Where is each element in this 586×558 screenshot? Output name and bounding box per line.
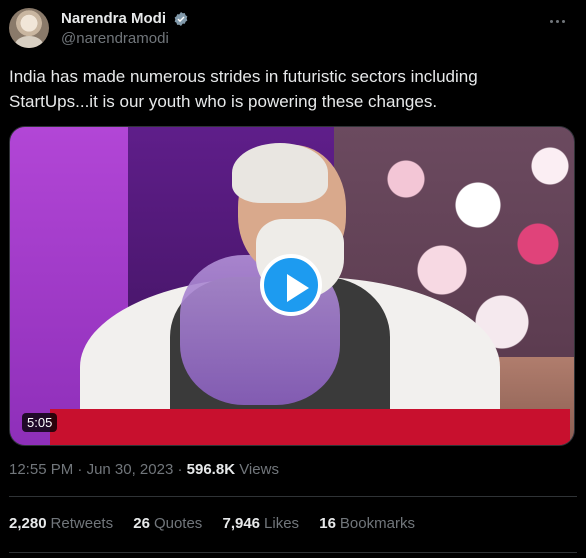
meta-separator: · xyxy=(73,461,87,478)
tweet-time[interactable]: 12:55 PM xyxy=(9,461,73,478)
tweet-date[interactable]: Jun 30, 2023 xyxy=(87,461,174,478)
quotes-count: 26 xyxy=(133,515,150,532)
likes-stat[interactable]: 7,946 Likes xyxy=(222,515,299,532)
bookmarks-count: 16 xyxy=(319,515,336,532)
author-name-row: Narendra Modi xyxy=(61,10,189,28)
more-options-icon[interactable] xyxy=(546,14,570,30)
meta-separator: · xyxy=(173,461,187,478)
views-label: Views xyxy=(239,461,279,478)
avatar[interactable] xyxy=(9,8,49,48)
author-handle[interactable]: @narendramodi xyxy=(61,30,169,47)
views-count: 596.8K xyxy=(186,461,236,478)
divider xyxy=(9,496,577,497)
tweet-text: India has made numerous strides in futur… xyxy=(9,67,478,111)
bookmarks-stat[interactable]: 16 Bookmarks xyxy=(319,515,415,532)
quotes-stat[interactable]: 26 Quotes xyxy=(133,515,202,532)
verified-badge-icon xyxy=(175,11,188,26)
tweet-meta: 12:55 PM · Jun 30, 2023 · 596.8K Views xyxy=(9,461,279,478)
video-duration: 5:05 xyxy=(22,413,58,432)
quotes-label: Quotes xyxy=(153,515,203,532)
author-name[interactable]: Narendra Modi xyxy=(61,10,166,27)
bookmarks-label: Bookmarks xyxy=(339,515,415,532)
tweet-header: Narendra Modi @narendramodi xyxy=(9,8,574,52)
play-button[interactable] xyxy=(260,254,322,316)
retweets-count: 2,280 xyxy=(9,515,47,532)
likes-count: 7,946 xyxy=(222,515,261,532)
play-icon xyxy=(287,274,309,302)
divider xyxy=(9,552,577,553)
speaker-hair xyxy=(232,143,328,203)
retweets-stat[interactable]: 2,280 Retweets xyxy=(9,515,113,532)
retweets-label: Retweets xyxy=(50,515,114,532)
engagement-stats: 2,280 Retweets 26 Quotes 7,946 Likes 16 Book… xyxy=(9,515,431,532)
podium xyxy=(50,409,570,445)
likes-label: Likes xyxy=(264,515,300,532)
video-player[interactable]: 5:05 xyxy=(9,126,575,446)
